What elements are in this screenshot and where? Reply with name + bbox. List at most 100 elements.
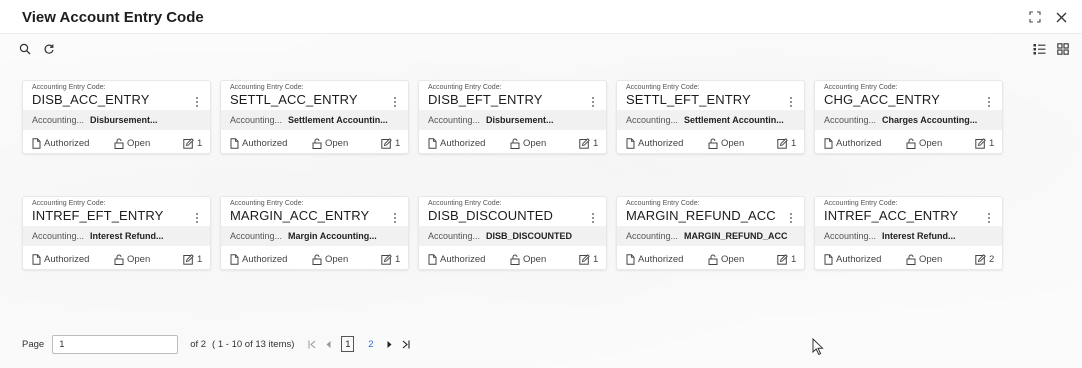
kebab-menu-icon[interactable] [590, 212, 596, 224]
account-entry-card[interactable]: Accounting Entry Code: MARGIN_ACC_ENTRY … [220, 196, 409, 270]
card-field-label: Accounting Entry Code: [230, 200, 304, 207]
document-icon [32, 253, 41, 265]
kebab-menu-icon[interactable] [788, 96, 794, 108]
expand-icon[interactable] [1028, 10, 1042, 24]
account-entry-card[interactable]: Accounting Entry Code: SETTL_EFT_ENTRY A… [616, 80, 805, 154]
card-entry-code: SETTL_EFT_ENTRY [626, 92, 751, 107]
prev-page-icon[interactable] [326, 340, 331, 348]
grid-view-icon[interactable] [1056, 42, 1070, 56]
card-description: Interest Refund... [882, 231, 956, 241]
kebab-menu-icon[interactable] [194, 96, 200, 108]
account-entry-card[interactable]: Accounting Entry Code: INTREF_ACC_ENTRY … [814, 196, 1003, 270]
page-label: Page [22, 338, 45, 350]
auth-status: Authorized [230, 138, 287, 149]
modification-count: 1 [381, 138, 400, 149]
modification-count: 1 [381, 254, 400, 265]
kebab-menu-icon[interactable] [590, 96, 596, 108]
record-status-text: Open [919, 137, 943, 149]
last-page-icon[interactable] [402, 340, 410, 349]
account-entry-card[interactable]: Accounting Entry Code: DISB_EFT_ENTRY Ac… [418, 80, 607, 154]
card-entry-code: DISB_ACC_ENTRY [32, 92, 150, 107]
record-status: Open [906, 254, 942, 265]
card-entry-type: Accounting... [32, 231, 85, 241]
kebab-menu-icon[interactable] [788, 212, 794, 224]
auth-status: Authorized [428, 254, 485, 265]
card-entry-type: Accounting... [230, 231, 283, 241]
auth-status: Authorized [428, 138, 485, 149]
record-status: Open [312, 138, 348, 149]
card-entry-type: Accounting... [626, 231, 679, 241]
auth-status: Authorized [626, 254, 683, 265]
record-status-text: Open [523, 137, 547, 149]
account-entry-card[interactable]: Accounting Entry Code: CHG_ACC_ENTRY Acc… [814, 80, 1003, 154]
close-icon[interactable] [1054, 10, 1068, 24]
card-description: Charges Accounting... [882, 115, 978, 125]
kebab-menu-icon[interactable] [392, 212, 398, 224]
next-page-icon[interactable] [387, 340, 392, 348]
record-status: Open [114, 254, 150, 265]
record-status: Open [906, 138, 942, 149]
modification-count-text: 1 [791, 137, 797, 149]
unlock-icon [114, 138, 124, 149]
edit-icon [777, 137, 788, 149]
card-status-row: Authorized Open 1 [617, 250, 804, 268]
card-entry-type: Accounting... [824, 115, 877, 125]
card-description-row: Accounting... Settlement Accountin... [221, 110, 408, 130]
record-status: Open [510, 138, 546, 149]
list-view-icon[interactable] [1032, 42, 1046, 56]
record-status-text: Open [325, 137, 349, 149]
kebab-menu-icon[interactable] [194, 212, 200, 224]
auth-status-text: Authorized [44, 253, 90, 265]
first-page-icon[interactable] [308, 340, 316, 349]
modification-count-text: 1 [791, 253, 797, 265]
unlock-icon [906, 138, 916, 149]
kebab-menu-icon[interactable] [986, 212, 992, 224]
card-entry-type: Accounting... [626, 115, 679, 125]
card-entry-code: CHG_ACC_ENTRY [824, 92, 940, 107]
card-field-label: Accounting Entry Code: [824, 200, 898, 207]
card-entry-code: INTREF_EFT_ENTRY [32, 208, 164, 223]
card-entry-code: MARGIN_REFUND_ACC [626, 208, 776, 223]
edit-icon [579, 137, 590, 149]
card-description-row: Accounting... Interest Refund... [815, 226, 1002, 246]
kebab-menu-icon[interactable] [392, 96, 398, 108]
modification-count-text: 1 [593, 253, 599, 265]
account-entry-card[interactable]: Accounting Entry Code: INTREF_EFT_ENTRY … [22, 196, 211, 270]
card-description: DISB_DISCOUNTED [486, 231, 573, 241]
account-entry-card[interactable]: Accounting Entry Code: DISB_DISCOUNTED A… [418, 196, 607, 270]
window-header: View Account Entry Code [0, 0, 1082, 34]
card-status-row: Authorized Open 1 [23, 250, 210, 268]
auth-status-text: Authorized [242, 253, 288, 265]
page-title: View Account Entry Code [22, 9, 204, 26]
account-entry-card[interactable]: Accounting Entry Code: MARGIN_REFUND_ACC… [616, 196, 805, 270]
record-status-text: Open [127, 253, 151, 265]
unlock-icon [510, 254, 520, 265]
page-number-2[interactable]: 2 [364, 336, 377, 352]
page-input[interactable] [52, 334, 179, 354]
unlock-icon [708, 254, 718, 265]
record-status: Open [312, 254, 348, 265]
account-entry-card[interactable]: Accounting Entry Code: SETTL_ACC_ENTRY A… [220, 80, 409, 154]
card-entry-code: INTREF_ACC_ENTRY [824, 208, 959, 223]
record-status-text: Open [523, 253, 547, 265]
auth-status-text: Authorized [440, 253, 486, 265]
refresh-icon[interactable] [42, 42, 56, 56]
kebab-menu-icon[interactable] [986, 96, 992, 108]
items-count-text: ( 1 - 10 of 13 items) [212, 338, 295, 350]
account-entry-card[interactable]: Accounting Entry Code: DISB_ACC_ENTRY Ac… [22, 80, 211, 154]
modification-count-text: 1 [989, 137, 995, 149]
record-status: Open [114, 138, 150, 149]
record-status-text: Open [127, 137, 151, 149]
document-icon [32, 137, 41, 149]
page-number-1[interactable]: 1 [341, 336, 355, 352]
auth-status: Authorized [824, 138, 881, 149]
edit-icon [975, 137, 986, 149]
search-icon[interactable] [18, 42, 32, 56]
document-icon [230, 137, 239, 149]
document-icon [626, 137, 635, 149]
unlock-icon [906, 254, 916, 265]
card-field-label: Accounting Entry Code: [32, 84, 106, 91]
card-field-label: Accounting Entry Code: [428, 200, 502, 207]
unlock-icon [312, 254, 322, 265]
modification-count-text: 1 [593, 137, 599, 149]
